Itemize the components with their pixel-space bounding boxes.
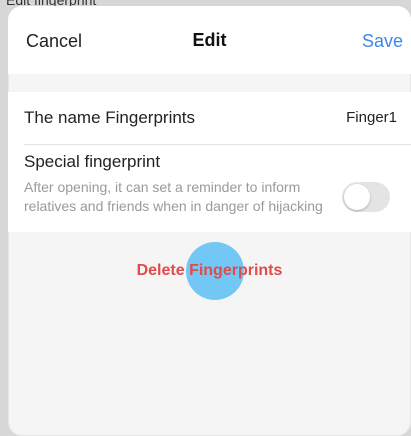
settings-card: The name Fingerprints Finger1 Special fi… [8, 92, 411, 232]
fingerprint-name-row[interactable]: The name Fingerprints Finger1 [8, 92, 411, 144]
page-title: Edit [192, 30, 227, 50]
delete-fingerprints-label: Delete Fingerprints [136, 262, 283, 279]
delete-fingerprints-button[interactable]: Delete Fingerprints [8, 242, 411, 302]
save-button[interactable]: Save [362, 31, 403, 52]
special-fingerprint-toggle[interactable] [342, 182, 390, 212]
special-fingerprint-description: After opening, it can set a reminder to … [24, 179, 323, 214]
row-divider [24, 144, 411, 145]
toggle-knob [344, 184, 370, 210]
header-bar: Cancel Edit Save [8, 6, 411, 74]
fingerprint-name-label: The name Fingerprints [24, 108, 196, 127]
special-fingerprint-title: Special fingerprint [24, 152, 161, 171]
edit-sheet: Cancel Edit Save The name Fingerprints F… [8, 6, 411, 436]
fingerprint-name-value: Finger1 [346, 109, 397, 126]
